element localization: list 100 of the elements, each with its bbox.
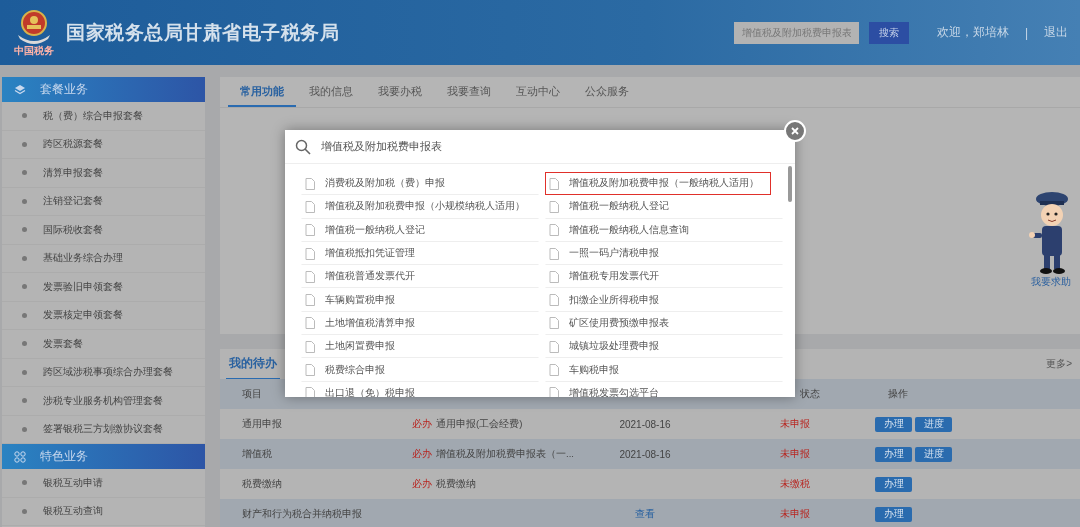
document-icon — [305, 247, 315, 260]
sidebar-item[interactable]: 涉税专业服务机构管理套餐 — [2, 387, 205, 416]
result-label: 一照一码户清税申报 — [569, 247, 659, 261]
sidebar-item[interactable]: 发票验旧申领套餐 — [2, 273, 205, 302]
item-label: 签署银税三方划缴协议套餐 — [43, 422, 163, 437]
result-item[interactable]: 增值税及附加税费申报（小规模纳税人适用） — [301, 195, 539, 219]
result-label: 增值税抵扣凭证管理 — [325, 247, 415, 261]
result-label: 增值税一般纳税人登记 — [325, 223, 425, 237]
result-item[interactable]: 一照一码户清税申报 — [545, 241, 783, 266]
result-item[interactable]: 土地闲置费申报 — [301, 335, 539, 359]
action-button[interactable]: 进度 — [915, 416, 952, 432]
result-item[interactable]: 增值税专用发票代开 — [545, 265, 783, 289]
status-text: 未申报 — [780, 418, 810, 429]
tab[interactable]: 常用功能 — [228, 77, 296, 107]
result-label: 增值税及附加税费申报（小规模纳税人适用） — [325, 200, 525, 214]
view-link[interactable]: 查看 — [635, 508, 655, 519]
result-item[interactable]: 矿区使用费预缴申报表 — [545, 311, 783, 336]
item-label: 发票验旧申领套餐 — [43, 279, 123, 294]
result-item[interactable]: 城镇垃圾处理费申报 — [545, 335, 783, 359]
result-item[interactable]: 出口退（免）税申报 — [301, 381, 539, 397]
bullet-icon — [22, 508, 27, 514]
result-item[interactable]: 车辆购置税申报 — [301, 288, 539, 312]
result-item[interactable]: 增值税及附加税费申报（一般纳税人适用） — [545, 172, 771, 196]
column-header: 项目 — [242, 388, 262, 399]
document-icon — [549, 224, 559, 237]
result-item[interactable]: 增值税普通发票代开 — [301, 265, 539, 289]
sidebar-item[interactable]: 清算申报套餐 — [2, 159, 205, 188]
table-cell-text: 财产和行为税合并纳税申报 — [241, 507, 363, 521]
result-item[interactable]: 增值税抵扣凭证管理 — [301, 241, 539, 266]
section-title: 特色业务 — [40, 448, 88, 465]
sidebar-section-header[interactable]: 特色业务 — [2, 444, 205, 469]
tab[interactable]: 公众服务 — [573, 77, 641, 107]
sidebar-item[interactable]: 税（费）综合申报套餐 — [2, 102, 205, 131]
bullet-icon — [22, 170, 27, 176]
item-label: 税（费）综合申报套餐 — [43, 108, 143, 123]
bullet-icon — [22, 369, 27, 375]
sidebar-item[interactable]: 跨区域涉税事项综合办理套餐 — [2, 358, 205, 387]
result-label: 增值税专用发票代开 — [569, 270, 659, 284]
result-item[interactable]: 增值税一般纳税人登记 — [301, 218, 539, 242]
result-label: 增值税及附加税费申报（一般纳税人适用） — [569, 177, 759, 191]
action-button[interactable]: 办理 — [875, 416, 912, 432]
scrollbar[interactable] — [788, 166, 792, 202]
document-icon — [549, 294, 559, 307]
grid-icon — [14, 450, 26, 463]
document-icon — [549, 247, 559, 260]
result-item[interactable]: 增值税一般纳税人信息查询 — [545, 218, 783, 242]
table-cell-text: 增值税 — [241, 447, 273, 461]
help-link[interactable]: 我要求助 — [1031, 275, 1071, 289]
search-button[interactable]: 搜索 — [868, 21, 909, 44]
sidebar-item[interactable]: 银税互动查询 — [2, 497, 205, 526]
result-label: 土地增值税清算申报 — [325, 316, 415, 330]
required-tag: 必办 — [412, 477, 432, 491]
sidebar-item[interactable]: 银税互动申请 — [2, 469, 205, 498]
document-icon — [549, 317, 559, 330]
action-button[interactable]: 办理 — [875, 506, 912, 522]
result-item[interactable]: 土地增值税清算申报 — [301, 311, 539, 336]
table-cell: 税费缴纳 — [436, 477, 476, 491]
action-button[interactable]: 进度 — [915, 446, 952, 462]
document-icon — [305, 270, 315, 283]
result-item[interactable]: 扣缴企业所得税申报 — [545, 288, 783, 312]
sidebar-item[interactable]: 发票核定申领套餐 — [2, 301, 205, 330]
result-item[interactable]: 消费税及附加税（费）申报 — [301, 172, 539, 196]
result-item[interactable]: 税费综合申报 — [301, 358, 539, 382]
result-item[interactable]: 车购税申报 — [545, 358, 783, 382]
bullet-icon — [22, 198, 27, 204]
bullet-icon — [22, 341, 27, 347]
sidebar-item[interactable]: 发票套餐 — [2, 330, 205, 359]
document-icon — [305, 200, 315, 213]
document-icon — [549, 340, 559, 353]
tab[interactable]: 我要查询 — [435, 77, 503, 107]
result-label: 增值税发票勾选平台 — [569, 386, 659, 397]
result-item[interactable]: 增值税发票勾选平台 — [545, 381, 783, 397]
sidebar-item[interactable]: 跨区税源套餐 — [2, 130, 205, 159]
status-text: 未缴税 — [780, 478, 810, 489]
layers-icon — [14, 83, 26, 96]
document-icon — [305, 294, 315, 307]
result-label: 增值税普通发票代开 — [325, 270, 415, 284]
document-icon — [305, 317, 315, 330]
tab[interactable]: 互动中心 — [504, 77, 572, 107]
more-link[interactable]: 更多> — [1046, 357, 1072, 371]
logout-link[interactable]: 退出 — [1044, 24, 1068, 41]
sidebar-item[interactable]: 注销登记套餐 — [2, 187, 205, 216]
bullet-icon — [22, 312, 27, 318]
tab[interactable]: 我要办税 — [366, 77, 434, 107]
bullet-icon — [22, 480, 27, 486]
action-button[interactable]: 办理 — [875, 446, 912, 462]
status-text: 未申报 — [780, 448, 810, 459]
document-icon — [549, 200, 559, 213]
result-item[interactable]: 增值税一般纳税人登记 — [545, 195, 783, 219]
sidebar-item[interactable]: 国际税收套餐 — [2, 216, 205, 245]
action-button[interactable]: 办理 — [875, 476, 912, 492]
document-icon — [549, 177, 559, 190]
search-query: 增值税及附加税费申报表 — [321, 139, 442, 154]
sidebar-item[interactable]: 基础业务综合办理 — [2, 244, 205, 273]
close-icon — [791, 127, 799, 135]
sidebar-section-header[interactable]: 套餐业务 — [2, 77, 205, 102]
tab[interactable]: 我的信息 — [297, 77, 365, 107]
document-icon — [305, 387, 315, 397]
separator: | — [1024, 25, 1028, 40]
item-label: 跨区域涉税事项综合办理套餐 — [43, 365, 173, 380]
